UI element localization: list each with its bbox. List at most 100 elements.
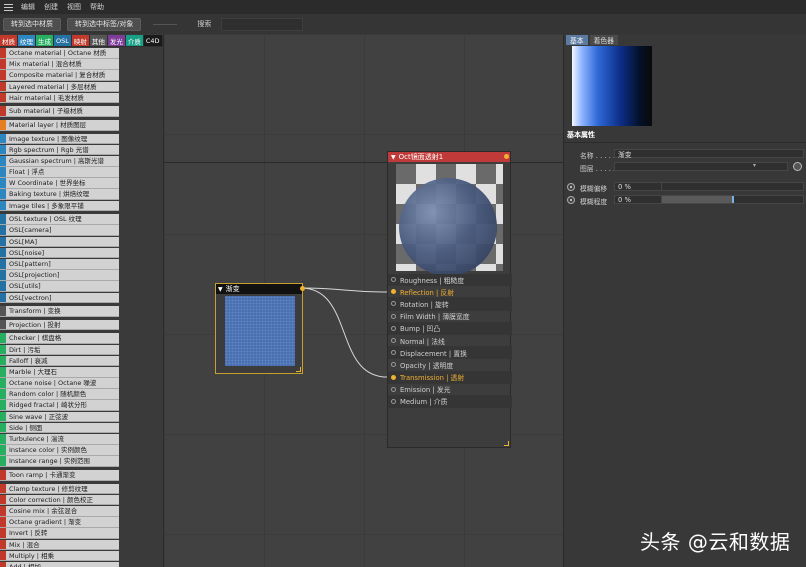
layer-field[interactable] [614, 162, 788, 171]
node-list-item[interactable]: Sub material | 子级材质 [0, 106, 119, 117]
category-tab[interactable]: 材质 [0, 35, 17, 46]
slot-input-port-icon[interactable] [391, 301, 396, 307]
material-slot[interactable]: Roughness | 粗糙度 [388, 274, 512, 287]
slot-input-port-icon[interactable] [391, 386, 396, 392]
category-tab[interactable]: 生成 [36, 35, 53, 46]
slot-input-port-icon[interactable] [391, 338, 396, 344]
node-list-item[interactable]: Ridged fractal | 崎状分形 [0, 400, 119, 412]
material-slot[interactable]: Displacement | 置换 [388, 347, 512, 360]
menu-view[interactable]: 视图 [67, 2, 81, 12]
node-list-item[interactable]: OSL[vectron] [0, 292, 119, 304]
material-slot[interactable]: Opacity | 透明度 [388, 359, 512, 372]
material-slot[interactable]: Transmission | 透射 [388, 371, 512, 384]
node-editor-canvas[interactable]: ▼ 渐变 ▼ Oct镜面透射1 Roughness | 粗糙度 Reflectio… [163, 34, 563, 567]
node-list-item[interactable]: Image tiles | 多象限平铺 [0, 200, 119, 212]
node-list-item[interactable]: OSL[MA] [0, 236, 119, 248]
material-node[interactable]: ▼ Oct镜面透射1 Roughness | 粗糙度 Reflection | 反… [387, 151, 512, 448]
layer-link-icon[interactable] [793, 162, 802, 171]
slot-input-port-icon[interactable] [391, 362, 396, 368]
blur-offset-anim-icon[interactable] [567, 183, 575, 191]
gradient-node[interactable]: ▼ 渐变 [215, 283, 305, 374]
gradient-node-header[interactable]: ▼ 渐变 [216, 284, 302, 294]
node-list-item[interactable]: Checker | 棋盘格 [0, 333, 119, 344]
category-tab[interactable]: C4D [143, 35, 162, 46]
node-list-item[interactable]: Projection | 投射 [0, 319, 119, 331]
node-list-item[interactable]: Side | 侧面 [0, 422, 119, 434]
menu-edit[interactable]: 编辑 [21, 2, 35, 12]
resize-handle-icon[interactable] [296, 367, 301, 372]
slot-input-port-icon[interactable] [391, 374, 396, 380]
node-list-item[interactable]: OSL[noise] [0, 247, 119, 259]
category-tab[interactable]: 纹理 [18, 35, 35, 46]
node-list-item[interactable]: Instance color | 实例颜色 [0, 445, 119, 456]
category-tab[interactable]: 映射 [71, 35, 89, 46]
tab-basic[interactable]: 基本 [566, 35, 588, 45]
node-list-item[interactable]: Instance range | 实例范围 [0, 456, 119, 467]
material-slot[interactable]: Bump | 凹凸 [388, 322, 512, 335]
node-list-item[interactable]: Marble | 大理石 [0, 366, 119, 378]
slot-input-port-icon[interactable] [391, 277, 396, 283]
node-list-item[interactable]: Transform | 变换 [0, 306, 119, 317]
node-list-item[interactable]: Octane gradient | 渐变 [0, 517, 119, 528]
resize-handle-icon[interactable] [504, 441, 509, 446]
category-tab[interactable]: 介质 [125, 35, 143, 46]
name-field[interactable]: 渐变 [614, 149, 804, 159]
node-list-item[interactable]: Float | 浮点 [0, 167, 119, 178]
material-slot[interactable]: Reflection | 反射 [388, 286, 512, 299]
blur-degree-slider-knob[interactable] [732, 196, 734, 203]
node-list-item[interactable]: Invert | 反转 [0, 528, 119, 539]
node-list-item[interactable]: Octane material | Octane 材质 [0, 48, 119, 59]
node-list-item[interactable]: Toon ramp | 卡通渐变 [0, 470, 119, 481]
slot-input-port-icon[interactable] [391, 350, 396, 356]
node-list-item[interactable]: Rgb spectrum | Rgb 光谱 [0, 144, 119, 156]
node-list-item[interactable]: Hair material | 毛发材质 [0, 92, 119, 104]
category-tab[interactable]: 其他 [89, 35, 107, 46]
hamburger-menu-icon[interactable] [4, 3, 13, 11]
node-list-item[interactable]: Dirt | 污垢 [0, 344, 119, 356]
slot-input-port-icon[interactable] [391, 325, 396, 331]
node-list-item[interactable]: Baking texture | 烘焙纹理 [0, 189, 119, 201]
node-list-item[interactable]: OSL[camera] [0, 225, 119, 237]
material-node-header[interactable]: ▼ Oct镜面透射1 [388, 152, 510, 162]
tab-shader[interactable]: 着色器 [589, 35, 618, 45]
node-list-item[interactable]: Composite material | 复合材质 [0, 70, 119, 81]
blur-offset-field[interactable]: 0 % [614, 182, 662, 191]
node-list-item[interactable]: Turbulence | 湍流 [0, 434, 119, 445]
dropdown-arrow-icon[interactable]: ▾ [753, 162, 756, 169]
material-slot[interactable]: Rotation | 旋转 [388, 298, 512, 311]
node-list-item[interactable]: Falloff | 衰减 [0, 355, 119, 367]
material-slot[interactable]: Emission | 发光 [388, 384, 512, 396]
slot-input-port-icon[interactable] [391, 313, 396, 319]
node-list-item[interactable]: OSL texture | OSL 纹理 [0, 214, 119, 225]
node-list-item[interactable]: Color correction | 颜色校正 [0, 494, 119, 506]
node-list-item[interactable]: Multiply | 相乘 [0, 550, 119, 562]
menu-create[interactable]: 创建 [44, 2, 58, 12]
node-list-item[interactable]: Octane noise | Octane 噪波 [0, 378, 119, 389]
material-slot[interactable]: Medium | 介质 [388, 395, 512, 409]
collapse-triangle-icon[interactable]: ▼ [391, 154, 396, 161]
search-input[interactable] [221, 17, 304, 31]
slot-input-port-icon[interactable] [391, 398, 396, 404]
node-list-item[interactable]: OSL[pattern] [0, 259, 119, 270]
node-list-item[interactable]: Sine wave | 正弦波 [0, 411, 119, 423]
blur-offset-slider[interactable] [661, 182, 804, 191]
material-output-port[interactable] [504, 154, 509, 159]
material-slot[interactable]: Film Width | 薄膜宽度 [388, 311, 512, 323]
node-list-item[interactable]: Layered material | 多层材质 [0, 81, 119, 93]
gradient-output-port[interactable] [300, 286, 305, 291]
blur-degree-anim-icon[interactable] [567, 196, 575, 204]
node-list-item[interactable]: OSL[utils] [0, 281, 119, 292]
menu-help[interactable]: 帮助 [90, 2, 104, 12]
node-list-item[interactable]: Mix | 混合 [0, 539, 119, 551]
node-list-item[interactable]: W Coordinate | 世界坐标 [0, 178, 119, 189]
node-list-item[interactable]: Random color | 随机颜色 [0, 389, 119, 400]
goto-material-button[interactable]: 转到选中材质 [3, 17, 61, 31]
blur-degree-slider[interactable] [661, 195, 804, 204]
material-slot[interactable]: Normal | 法线 [388, 335, 512, 348]
blur-degree-field[interactable]: 0 % [614, 195, 662, 204]
node-list-item[interactable]: OSL[projection] [0, 270, 119, 281]
category-tab[interactable]: 发光 [107, 35, 125, 46]
category-tab[interactable]: OSL [54, 35, 71, 46]
collapse-triangle-icon[interactable]: ▼ [218, 286, 223, 293]
node-list-item[interactable]: Material layer | 材质图层 [0, 119, 119, 131]
